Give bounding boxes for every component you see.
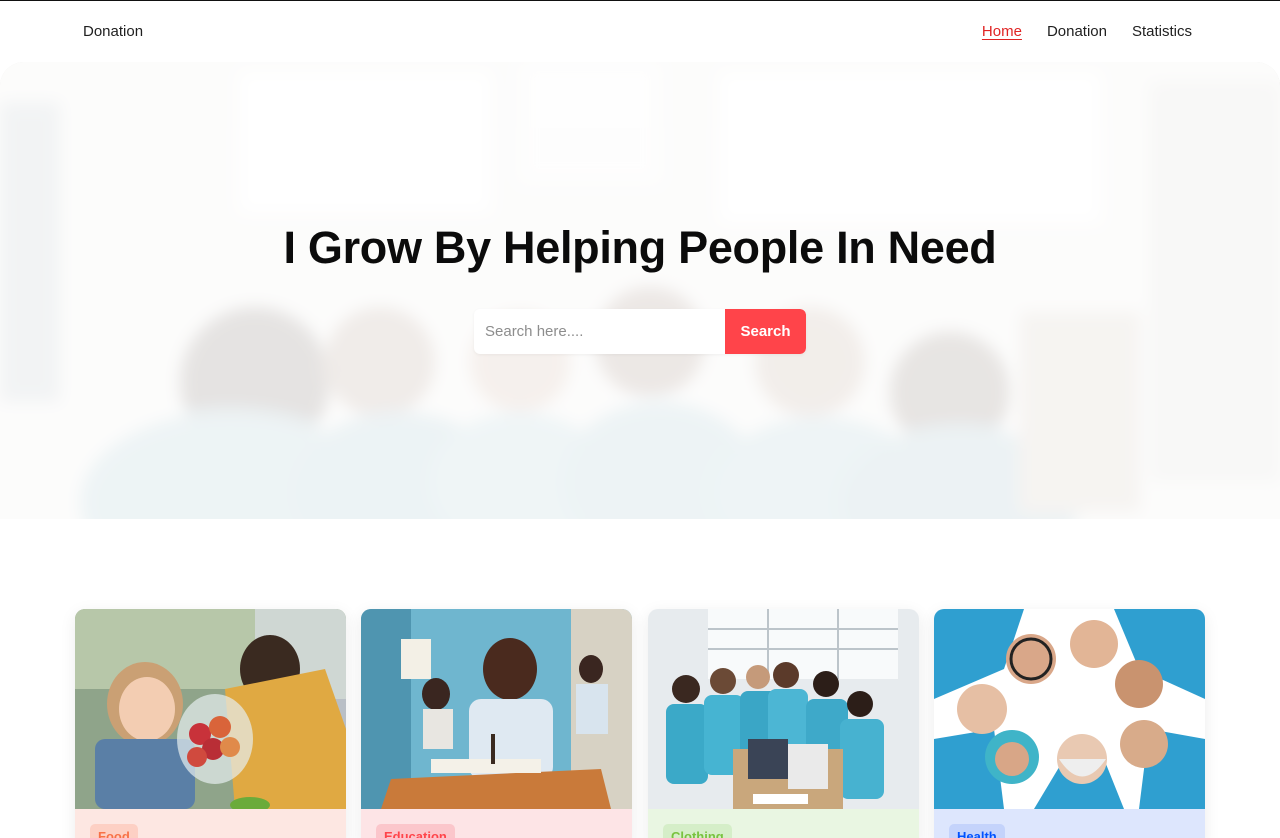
- nav-link-statistics[interactable]: Statistics: [1132, 23, 1192, 40]
- hero-overlay: [0, 62, 1280, 519]
- card-body: Education: [361, 809, 632, 838]
- category-tag-food: Food: [90, 824, 138, 838]
- card-photo-education: [361, 609, 632, 809]
- card-photo-food: [75, 609, 346, 809]
- main-nav: Home Donation Statistics: [982, 23, 1192, 40]
- category-tag-clothing: Clothing: [663, 824, 732, 838]
- card-photo-clothing: [648, 609, 919, 809]
- card-body: Clothing: [648, 809, 919, 838]
- donation-card-food[interactable]: Food: [75, 609, 346, 838]
- search-bar: Search: [474, 309, 806, 354]
- donation-card-education[interactable]: Education: [361, 609, 632, 838]
- nav-link-home[interactable]: Home: [982, 23, 1022, 40]
- hero-title: I Grow By Helping People In Need: [283, 222, 997, 273]
- card-body: Health: [934, 809, 1205, 838]
- category-tag-education: Education: [376, 824, 455, 838]
- card-photo-health: [934, 609, 1205, 809]
- nav-link-donation[interactable]: Donation: [1047, 23, 1107, 40]
- search-input[interactable]: [474, 309, 725, 354]
- donation-card-clothing[interactable]: Clothing: [648, 609, 919, 838]
- search-button[interactable]: Search: [725, 309, 806, 354]
- brand-logo[interactable]: Donation: [83, 23, 143, 40]
- donation-card-health[interactable]: Health: [934, 609, 1205, 838]
- hero-banner: I Grow By Helping People In Need Search: [0, 62, 1280, 519]
- navbar: Donation Home Donation Statistics: [0, 0, 1280, 62]
- card-body: Food: [75, 809, 346, 838]
- category-tag-health: Health: [949, 824, 1005, 838]
